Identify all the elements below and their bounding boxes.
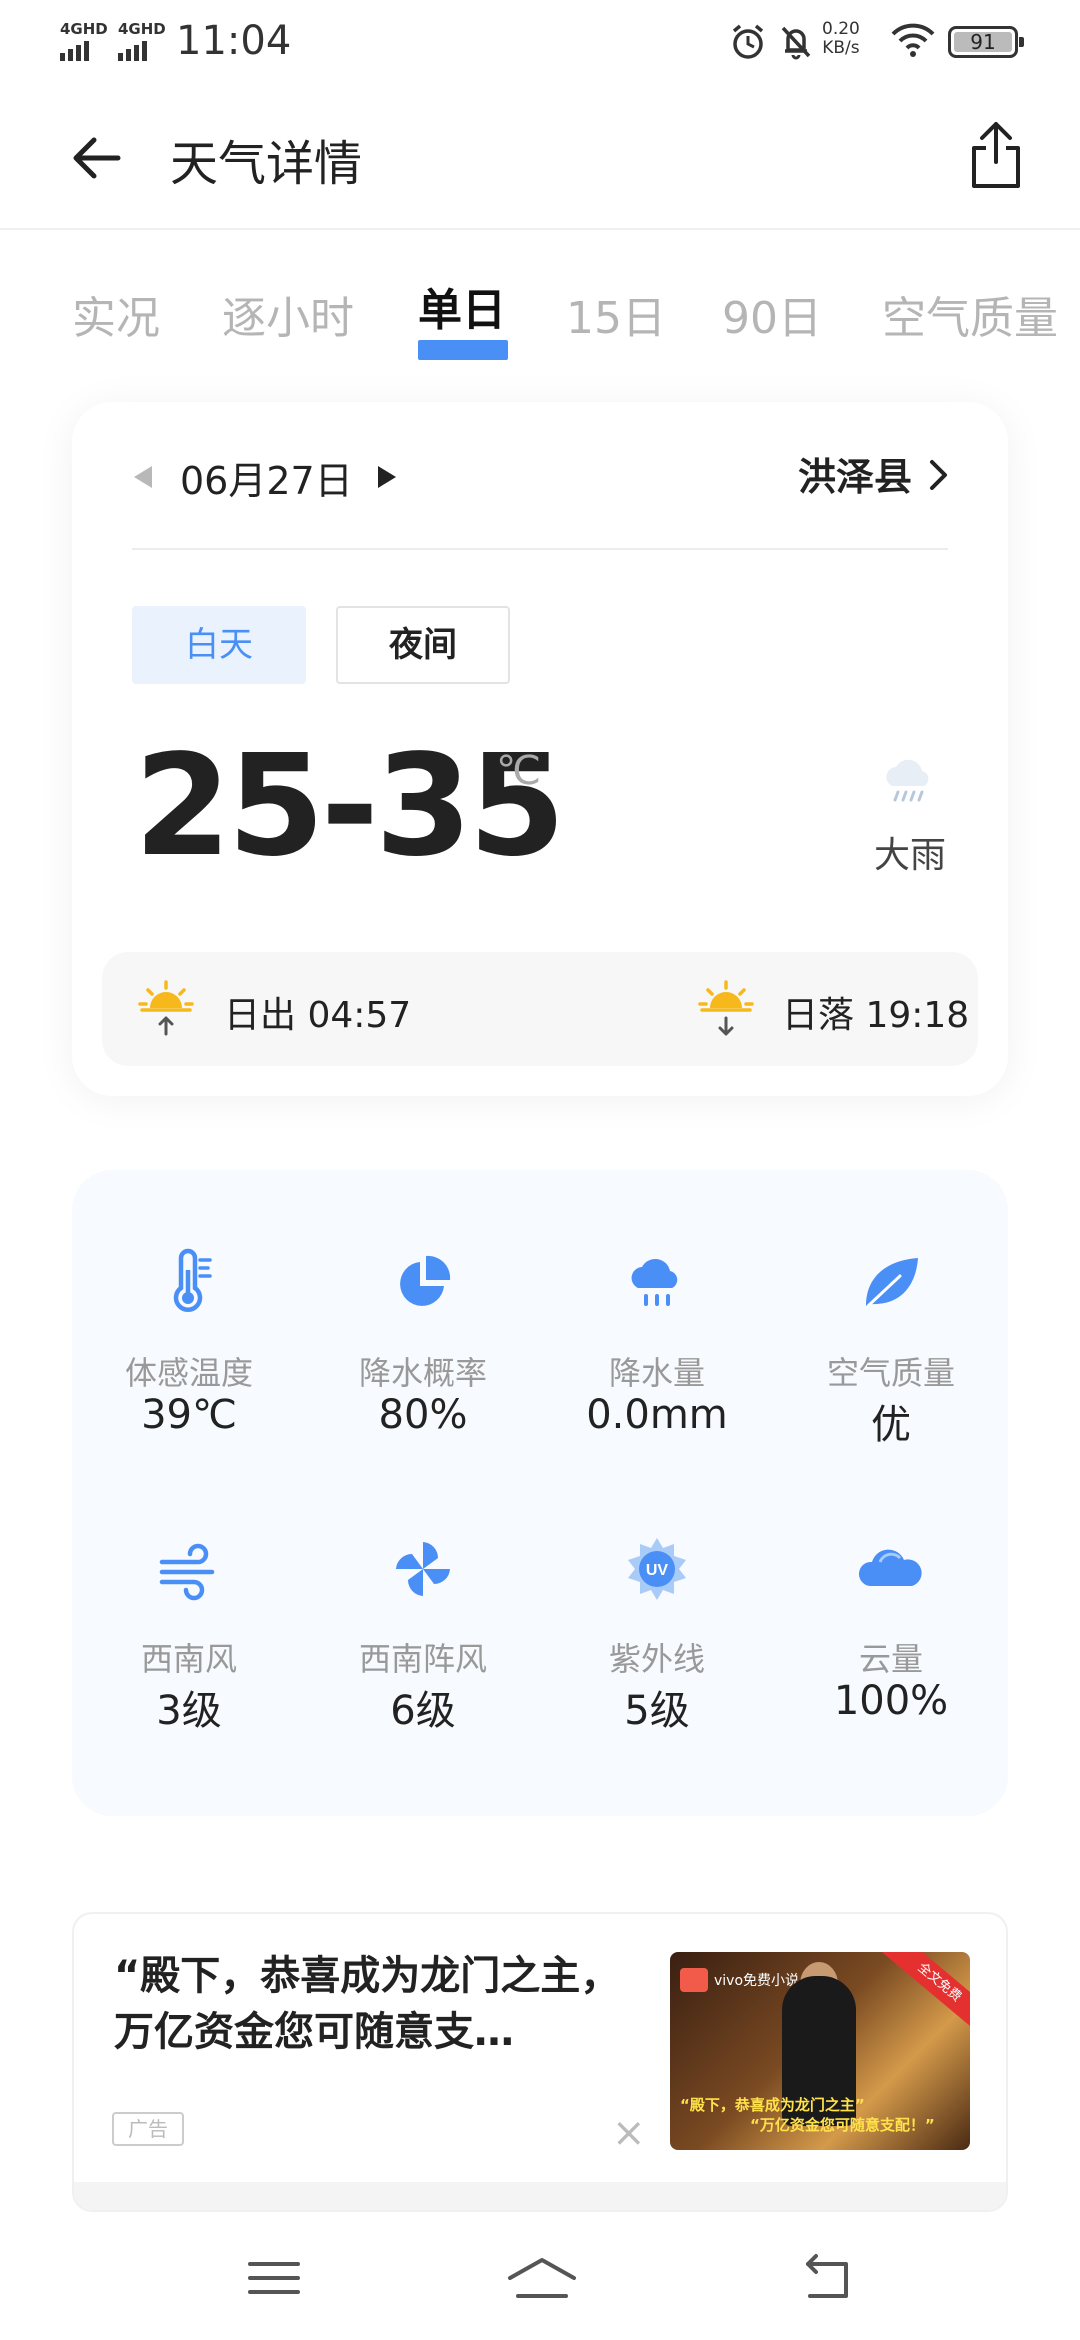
temperature-unit: ℃: [496, 748, 541, 794]
signal-indicator-2: 4GHD: [118, 20, 166, 61]
status-bar: 4GHD 4GHD 11:04 0.20 KB/s 91: [0, 0, 1080, 84]
ad-footer-bar: [74, 2182, 1006, 2210]
active-tab-indicator: [418, 340, 508, 360]
detail-cloud-cover: 云量 100%: [774, 1456, 1008, 1724]
speed-value: 0.20: [822, 19, 860, 39]
chevron-right-icon[interactable]: [928, 458, 950, 492]
cloud-icon: [858, 1549, 922, 1586]
mute-bell-icon: [781, 26, 811, 60]
detail-value: 100%: [833, 1678, 949, 1724]
menu-icon[interactable]: [244, 2250, 304, 2306]
signal-bars-icon: [60, 41, 108, 61]
weather-condition: 大雨: [874, 835, 947, 876]
page-title: 天气详情: [170, 136, 363, 192]
detail-value: 3级: [156, 1688, 222, 1734]
detail-value: 5级: [624, 1688, 690, 1734]
forecast-date: 06月27日: [180, 459, 353, 503]
detail-gust: 西南阵风 6级: [306, 1456, 540, 1734]
ad-image[interactable]: vivo免费小说 全文免费 “殿下，恭喜成为龙门之主” “万亿资金您可随意支配！…: [670, 1952, 970, 2150]
location-name[interactable]: 洪泽县: [798, 446, 912, 501]
uv-icon: UV: [628, 1538, 686, 1600]
detail-label: 紫外线: [608, 1640, 705, 1678]
card-divider: [132, 548, 948, 550]
network-speed: 0.20 KB/s: [822, 20, 860, 58]
tab-15-day[interactable]: 15日: [566, 282, 666, 346]
home-icon[interactable]: [504, 2250, 580, 2306]
heavy-rain-icon: [886, 759, 929, 802]
daytime-toggle[interactable]: 白天: [132, 606, 306, 684]
sunset-icon: [698, 980, 754, 1036]
detail-value: 80%: [378, 1392, 468, 1438]
ad-close-icon[interactable]: ×: [612, 2110, 646, 2156]
leaf-icon: [866, 1258, 918, 1308]
nighttime-toggle[interactable]: 夜间: [336, 606, 510, 684]
tab-90-day[interactable]: 90日: [722, 282, 822, 346]
header-divider: [0, 228, 1080, 230]
ad-caption-2: “万亿资金您可随意支配！”: [750, 2116, 935, 2134]
back-nav-icon[interactable]: [796, 2250, 856, 2306]
svg-text:UV: UV: [646, 1562, 669, 1579]
detail-label: 降水量: [608, 1354, 705, 1392]
forecast-tabs: 实况 逐小时 单日 15日 90日 空气质量: [0, 270, 1080, 360]
ad-ribbon: 全文免费: [880, 1952, 970, 2035]
detail-value: 0.0mm: [586, 1392, 728, 1438]
detail-feels-like: 体感温度 39℃: [72, 1170, 306, 1438]
previous-day-icon[interactable]: [134, 466, 152, 488]
ad-app-logo-icon: [680, 1968, 708, 1992]
tab-live[interactable]: 实况: [72, 282, 160, 346]
battery-level: 91: [970, 30, 996, 54]
detail-label: 西南阵风: [358, 1640, 487, 1678]
detail-precipitation: 降水量 0.0mm: [540, 1170, 774, 1438]
signal-bars-icon: [118, 41, 166, 61]
network-type-label: 4GHD: [118, 20, 166, 38]
detail-label: 西南风: [140, 1640, 237, 1678]
detail-label: 云量: [858, 1640, 923, 1678]
detail-value: 39℃: [141, 1392, 237, 1438]
sunset-time: 日落 19:18: [782, 995, 970, 1036]
detail-label: 体感温度: [124, 1354, 253, 1392]
detail-wind: 西南风 3级: [72, 1456, 306, 1734]
speed-unit: KB/s: [822, 38, 860, 58]
detail-label: 降水概率: [358, 1354, 487, 1392]
system-nav-bar: [0, 2216, 1080, 2340]
pie-chart-icon: [400, 1255, 451, 1306]
rain-cloud-icon: [631, 1258, 678, 1306]
weather-details-grid: 体感温度 39℃ 降水概率 80% 降水量 0.0mm 空气质量 优 西南风 3…: [72, 1170, 1008, 1816]
day-forecast-card: 06月27日 洪泽县 白天 夜间 25-35 ℃ 大雨 日出 04:57 日落 …: [72, 402, 1008, 1096]
ad-caption-1: “殿下，恭喜成为龙门之主”: [680, 2096, 865, 2114]
status-time: 11:04: [176, 18, 292, 64]
network-type-label: 4GHD: [60, 20, 108, 38]
ad-card[interactable]: “殿下，恭喜成为龙门之主，万亿资金您可随意支… 广告 × vivo免费小说 全文…: [72, 1912, 1008, 2212]
battery-icon: 91: [948, 26, 1024, 58]
next-day-icon[interactable]: [378, 466, 396, 488]
detail-value: 6级: [390, 1688, 456, 1734]
back-arrow-icon[interactable]: [66, 128, 126, 188]
detail-air-quality: 空气质量 优: [774, 1170, 1008, 1448]
ad-headline[interactable]: “殿下，恭喜成为龙门之主，万亿资金您可随意支…: [114, 1948, 654, 2060]
tab-hourly[interactable]: 逐小时: [222, 282, 354, 346]
ad-badge: 广告: [112, 2112, 184, 2146]
sunrise-icon: [138, 980, 194, 1036]
detail-uv: UV 紫外线 5级: [540, 1456, 774, 1734]
detail-value: 优: [871, 1402, 911, 1448]
detail-precip-probability: 降水概率 80%: [306, 1170, 540, 1438]
tab-air-quality[interactable]: 空气质量: [882, 282, 1058, 346]
wind-icon: [159, 1543, 215, 1601]
pinwheel-icon: [396, 1542, 450, 1596]
share-icon[interactable]: [966, 118, 1026, 192]
tab-single-day[interactable]: 单日: [418, 274, 506, 338]
detail-label: 空气质量: [826, 1354, 955, 1392]
sun-times-strip: 日出 04:57 日落 19:18: [102, 952, 978, 1066]
sunrise-time: 日出 04:57: [224, 995, 412, 1036]
wifi-icon: [891, 23, 935, 57]
ad-brand: vivo免费小说: [714, 1973, 800, 1989]
signal-indicator-1: 4GHD: [60, 20, 108, 61]
alarm-icon: [732, 24, 764, 59]
thermometer-icon: [173, 1248, 212, 1312]
